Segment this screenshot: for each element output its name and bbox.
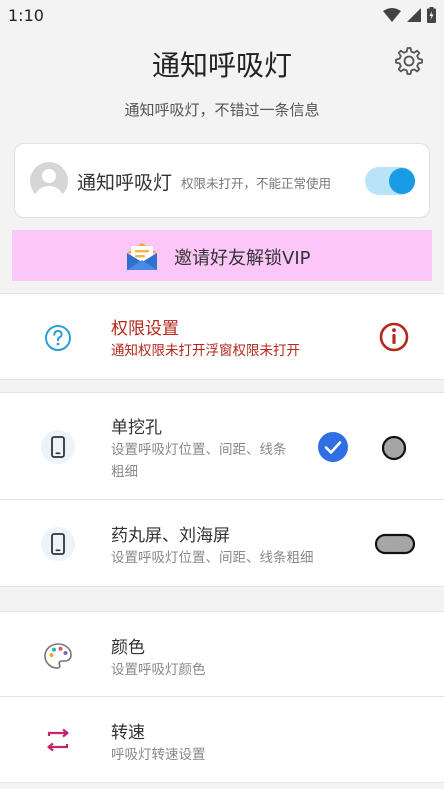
permission-subtitle: 通知权限未打开浮窗权限未打开	[111, 343, 300, 359]
wifi-icon	[383, 8, 401, 22]
gear-icon[interactable]	[394, 46, 424, 76]
toggle-card-status: 权限未打开，不能正常使用	[181, 176, 332, 191]
signal-icon	[407, 8, 421, 22]
toggle-card-title: 通知呼吸灯	[77, 172, 173, 194]
single-hole-title: 单挖孔	[111, 418, 162, 438]
envelope-icon	[127, 243, 157, 270]
pill-notch-title: 药丸屏、刘海屏	[111, 526, 230, 546]
help-icon	[45, 325, 71, 351]
alert-info-icon[interactable]	[378, 321, 410, 353]
single-hole-preview-icon	[381, 435, 407, 461]
status-bar: 1:10	[0, 0, 444, 32]
battery-icon	[427, 7, 436, 23]
single-hole-subtitle: 设置呼吸灯位置、间距、线条粗细	[111, 442, 287, 480]
status-time: 1:10	[8, 6, 44, 25]
breathing-light-switch[interactable]	[365, 167, 415, 195]
page-subtitle: 通知呼吸灯，不错过一条信息	[124, 101, 320, 119]
avatar	[30, 162, 68, 200]
rotate-icon	[47, 728, 69, 752]
status-icons	[383, 7, 436, 23]
invite-vip-banner[interactable]: 邀请好友解锁VIP	[12, 230, 432, 281]
permission-settings-row[interactable]: 权限设置 通知权限未打开浮窗权限未打开	[0, 293, 444, 380]
pill-preview-icon[interactable]	[374, 533, 416, 555]
single-hole-row[interactable]: 单挖孔 设置呼吸灯位置、间距、线条粗细	[0, 392, 444, 500]
speed-row[interactable]: 转速 呼吸灯转速设置	[0, 697, 444, 783]
phone-icon	[41, 430, 75, 464]
checked-circle-icon[interactable]	[317, 431, 349, 463]
invite-vip-label: 邀请好友解锁VIP	[174, 248, 311, 269]
palette-icon	[44, 643, 72, 669]
switch-knob	[389, 168, 415, 194]
color-subtitle: 设置呼吸灯颜色	[111, 662, 206, 678]
breathing-light-toggle-card: 通知呼吸灯 权限未打开，不能正常使用	[14, 143, 430, 218]
page-title: 通知呼吸灯	[151, 49, 292, 82]
pill-notch-row[interactable]: 药丸屏、刘海屏 设置呼吸灯位置、间距、线条粗细	[0, 500, 444, 587]
permission-title: 权限设置	[111, 319, 179, 339]
speed-title: 转速	[111, 723, 145, 743]
phone-icon	[41, 527, 75, 561]
pill-notch-subtitle: 设置呼吸灯位置、间距、线条粗细	[111, 550, 314, 566]
speed-subtitle: 呼吸灯转速设置	[111, 747, 206, 763]
color-row[interactable]: 颜色 设置呼吸灯颜色	[0, 611, 444, 697]
color-title: 颜色	[111, 638, 145, 658]
